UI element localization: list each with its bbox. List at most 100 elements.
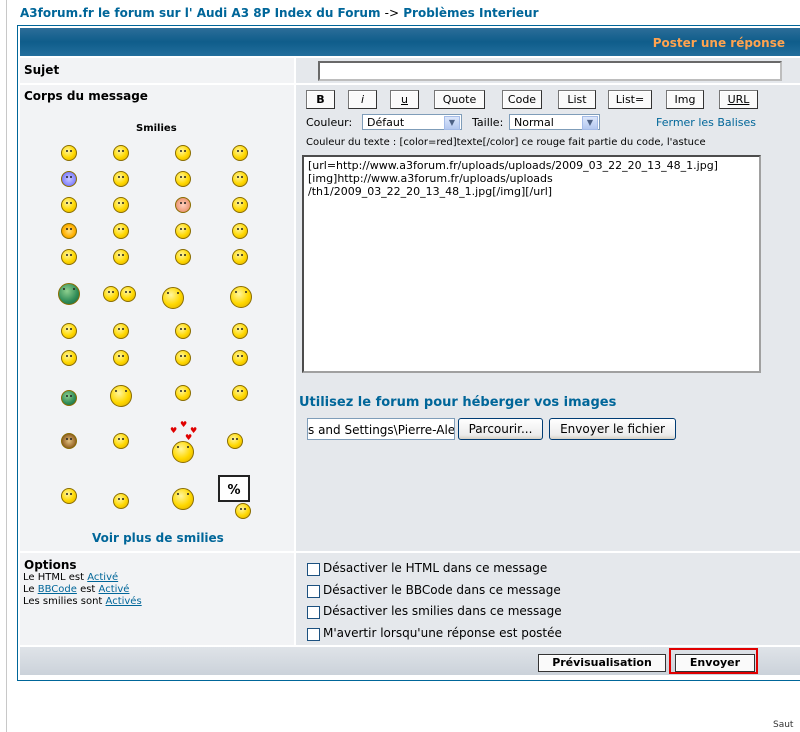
disable-smilies-label: Désactiver les smilies dans ce message: [323, 604, 562, 618]
bbcode-status-mid: est: [76, 584, 99, 595]
smiley-sad-icon[interactable]: [175, 145, 191, 161]
smiley-evil-icon[interactable]: [61, 223, 77, 239]
url-button[interactable]: URL: [719, 90, 758, 109]
list-button[interactable]: List: [558, 90, 596, 109]
smiley-embarassed-icon[interactable]: [175, 197, 191, 213]
underline-button[interactable]: u: [390, 90, 419, 109]
disable-smilies-checkbox[interactable]: [307, 606, 320, 619]
smiley-glasses-icon[interactable]: [61, 433, 77, 449]
smiley-wink-icon[interactable]: [232, 223, 248, 239]
body-label: Corps du message: [24, 89, 148, 103]
breadcrumb: A3forum.fr le forum sur l' Audi A3 8P In…: [20, 6, 539, 20]
window-edge: [6, 0, 7, 732]
smiley-sleep-icon[interactable]: [110, 385, 132, 407]
disable-html-checkbox[interactable]: [307, 563, 320, 576]
breadcrumb-section-link[interactable]: Problèmes Interieur: [403, 6, 538, 20]
smiley-sign-holder-icon[interactable]: [235, 503, 251, 519]
highlight-box: [669, 648, 758, 674]
notify-reply-checkbox[interactable]: [307, 628, 320, 641]
smiley-laughing-icon[interactable]: [232, 171, 248, 187]
smiley-neutral-icon[interactable]: [232, 249, 248, 265]
heart-icon: ♥: [170, 426, 178, 435]
smiley-flag-icon[interactable]: [162, 287, 184, 309]
smiley-sun-icon[interactable]: [172, 488, 194, 510]
smilies-title: Smilies: [136, 123, 177, 134]
smiley-plus-one-icon[interactable]: [230, 286, 252, 308]
smiley-exclaim-icon[interactable]: [61, 249, 77, 265]
smiley-scared-icon[interactable]: [113, 350, 129, 366]
smiley-nervous-icon[interactable]: [232, 385, 248, 401]
code-button[interactable]: Code: [502, 90, 542, 109]
more-smilies-link[interactable]: Voir plus de smilies: [92, 531, 224, 545]
html-status-link[interactable]: Activé: [87, 572, 118, 583]
smiley-grin-icon[interactable]: [232, 350, 248, 366]
size-select-value: Normal: [514, 116, 554, 129]
disable-html-label: Désactiver le HTML dans ce message: [323, 561, 548, 575]
upload-title-link[interactable]: Utilisez le forum pour héberger vos imag…: [299, 395, 616, 410]
disable-bbcode-label: Désactiver le BBCode dans ce message: [323, 583, 561, 597]
bold-button[interactable]: B: [306, 90, 335, 109]
smiley-rolleyes-icon[interactable]: [175, 223, 191, 239]
breadcrumb-site-link[interactable]: A3forum.fr le forum sur l' Audi A3 8P In…: [20, 6, 380, 20]
bbcode-status: Le BBCode est Activé: [23, 584, 129, 595]
smiley-smile-icon[interactable]: [113, 145, 129, 161]
italic-button[interactable]: i: [348, 90, 377, 109]
chevron-down-icon[interactable]: ▼: [444, 116, 460, 130]
smiley-crying-icon[interactable]: [232, 197, 248, 213]
smiley-cool-icon[interactable]: [175, 171, 191, 187]
smiley-confused-icon[interactable]: [113, 171, 129, 187]
smiley-hello-icon[interactable]: [227, 433, 243, 449]
browse-button[interactable]: Parcourir...: [458, 418, 543, 440]
smiley-yawn-icon[interactable]: [61, 488, 77, 504]
color-label: Couleur:: [306, 116, 353, 129]
smilies-status-link[interactable]: Activés: [106, 596, 142, 607]
form-title: Poster une réponse: [652, 36, 785, 50]
smiley-pair-left-icon[interactable]: [103, 286, 119, 302]
smiley-love-icon[interactable]: [172, 441, 194, 463]
bbcode-faq-link[interactable]: BBCode: [38, 584, 77, 595]
ordered-list-button[interactable]: List=: [608, 90, 652, 109]
smiley-mad-icon[interactable]: [61, 197, 77, 213]
jump-label: Saut: [773, 720, 794, 730]
chevron-down-icon[interactable]: ▼: [582, 116, 598, 130]
smiley-surprised-icon[interactable]: [232, 145, 248, 161]
smiley-sick-icon[interactable]: [61, 390, 77, 406]
img-button[interactable]: Img: [666, 90, 704, 109]
options-title: Options: [24, 558, 77, 572]
subject-input[interactable]: [318, 61, 782, 81]
color-select[interactable]: Défaut ▼: [362, 114, 462, 130]
smiley-idea-icon[interactable]: [175, 249, 191, 265]
close-tags-link[interactable]: Fermer les Balises: [656, 116, 756, 129]
heart-icon: ♥: [180, 420, 188, 429]
smiley-hands-icon[interactable]: [61, 350, 77, 366]
subject-label: Sujet: [24, 63, 60, 77]
disable-bbcode-checkbox[interactable]: [307, 585, 320, 598]
size-select[interactable]: Normal ▼: [509, 114, 600, 130]
smiley-pair-right-icon[interactable]: [120, 286, 136, 302]
preview-button[interactable]: Prévisualisation: [538, 654, 666, 672]
size-label: Taille:: [472, 116, 504, 129]
smiley-percent-sign-icon[interactable]: %: [218, 475, 250, 502]
bbcode-help-text: Couleur du texte : [color=red]texte[/col…: [306, 137, 706, 148]
smiley-green-icon[interactable]: [58, 283, 80, 305]
smiley-tongue-icon[interactable]: [113, 323, 129, 339]
smiley-kiss-icon[interactable]: [232, 323, 248, 339]
smiley-twisted-icon[interactable]: [113, 223, 129, 239]
bbcode-status-link[interactable]: Activé: [99, 584, 130, 595]
smilies-status-prefix: Les smilies sont: [23, 596, 106, 607]
smiley-question-icon[interactable]: [113, 249, 129, 265]
message-textarea[interactable]: [url=http://www.a3forum.fr/uploads/uploa…: [302, 155, 761, 373]
smiley-thumb-icon[interactable]: [175, 323, 191, 339]
smiley-flag-white-icon[interactable]: [113, 493, 129, 509]
smiley-very-happy-icon[interactable]: [61, 145, 77, 161]
smiley-hat-icon[interactable]: [175, 350, 191, 366]
smiley-razz-icon[interactable]: [113, 197, 129, 213]
file-path-input[interactable]: s and Settings\Pierre-Ale: [307, 418, 455, 440]
smiley-sign-icon[interactable]: [113, 433, 129, 449]
smiley-shocked-icon[interactable]: [61, 171, 77, 187]
quote-button[interactable]: Quote: [434, 90, 485, 109]
smiley-thinking-icon[interactable]: [61, 323, 77, 339]
smilies-status: Les smilies sont Activés: [23, 596, 142, 607]
smiley-wave-icon[interactable]: [175, 385, 191, 401]
send-file-button[interactable]: Envoyer le fichier: [549, 418, 676, 440]
